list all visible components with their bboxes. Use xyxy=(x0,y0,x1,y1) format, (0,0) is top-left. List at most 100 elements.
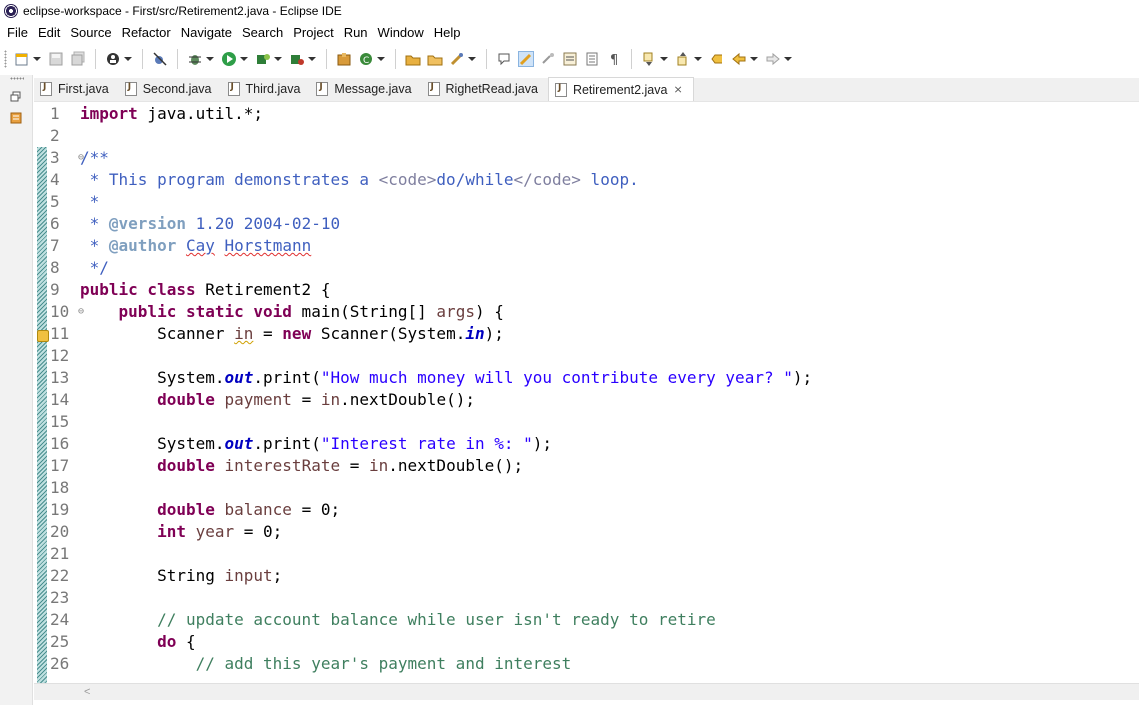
menu-navigate[interactable]: Navigate xyxy=(176,22,237,43)
code-line[interactable]: System.out.print("How much money will yo… xyxy=(80,367,812,389)
code-line[interactable]: /** xyxy=(80,147,812,169)
code-line[interactable]: Scanner in = new Scanner(System.in); xyxy=(80,323,812,345)
last-edit-icon[interactable] xyxy=(709,51,725,67)
code-line[interactable]: double interestRate = in.nextDouble(); xyxy=(80,455,812,477)
search-icon[interactable] xyxy=(449,51,465,67)
word-wrap-icon[interactable] xyxy=(584,51,600,67)
line-number: 11 xyxy=(50,324,70,343)
mark-occurrences-icon[interactable] xyxy=(518,51,534,67)
external-tools-dropdown-arrow[interactable] xyxy=(308,57,316,61)
new-java-package-icon[interactable] xyxy=(336,51,352,67)
coverage-dropdown-arrow[interactable] xyxy=(274,57,282,61)
eclipse-logo-icon xyxy=(4,4,18,18)
prev-annotation-dropdown-arrow[interactable] xyxy=(694,57,702,61)
line-number: 16 xyxy=(50,434,70,453)
menu-window[interactable]: Window xyxy=(373,22,429,43)
menu-help[interactable]: Help xyxy=(429,22,466,43)
next-annotation-dropdown-arrow[interactable] xyxy=(660,57,668,61)
coverage-icon[interactable] xyxy=(255,51,271,67)
prev-annotation-icon[interactable] xyxy=(675,51,691,67)
code-line[interactable]: // update account balance while user isn… xyxy=(80,609,812,631)
line-number: 8 xyxy=(50,258,60,277)
code-line[interactable]: public static void main(String[] args) { xyxy=(80,301,812,323)
menu-refactor[interactable]: Refactor xyxy=(117,22,176,43)
menu-file[interactable]: File xyxy=(2,22,33,43)
run-dropdown-arrow[interactable] xyxy=(240,57,248,61)
code-line[interactable] xyxy=(80,543,812,565)
run-icon[interactable] xyxy=(221,51,237,67)
next-annotation-icon[interactable] xyxy=(641,51,657,67)
line-number: 3 ⊖ xyxy=(50,148,84,167)
save-all-icon[interactable] xyxy=(70,51,86,67)
code-line[interactable] xyxy=(80,587,812,609)
code-line[interactable]: * @version 1.20 2004-02-10 xyxy=(80,213,812,235)
new-icon[interactable] xyxy=(14,51,30,67)
pilcrow-icon[interactable]: ¶ xyxy=(606,51,622,68)
tab-message-java[interactable]: Message.java xyxy=(310,77,421,101)
open-folder-icon[interactable] xyxy=(427,51,443,67)
menu-search[interactable]: Search xyxy=(237,22,288,43)
menu-project[interactable]: Project xyxy=(288,22,338,43)
tab-righetread-java[interactable]: RighetRead.java xyxy=(422,77,548,101)
menu-edit[interactable]: Edit xyxy=(33,22,65,43)
code-line[interactable]: * xyxy=(80,191,812,213)
new-java-class-icon[interactable]: C xyxy=(358,51,374,67)
forward-icon[interactable] xyxy=(765,51,781,67)
horizontal-scrollbar[interactable]: < xyxy=(34,683,1139,700)
code-line[interactable] xyxy=(80,411,812,433)
code-line[interactable]: int year = 0; xyxy=(80,521,812,543)
tab-third-java[interactable]: Third.java xyxy=(222,77,311,101)
line-number: 10 ⊖ xyxy=(50,302,84,321)
package-explorer-icon[interactable] xyxy=(10,112,22,124)
profile-icon[interactable] xyxy=(105,51,121,67)
code-line[interactable]: * This program demonstrates a <code>do/w… xyxy=(80,169,812,191)
code-line[interactable]: * @author Cay Horstmann xyxy=(80,235,812,257)
code-line[interactable]: import java.util.*; xyxy=(80,103,812,125)
line-number: 22 xyxy=(50,566,70,585)
show-whitespace-icon[interactable] xyxy=(562,51,578,67)
code-line[interactable] xyxy=(80,477,812,499)
code-line[interactable]: do { xyxy=(80,631,812,653)
line-number: 6 xyxy=(50,214,60,233)
code-line[interactable]: double payment = in.nextDouble(); xyxy=(80,389,812,411)
code-line[interactable]: double balance = 0; xyxy=(80,499,812,521)
line-number: 14 xyxy=(50,390,70,409)
new-class-dropdown-arrow[interactable] xyxy=(377,57,385,61)
menu-source[interactable]: Source xyxy=(65,22,116,43)
toggle-annotation-icon[interactable] xyxy=(496,51,512,67)
search-dropdown-arrow[interactable] xyxy=(468,57,476,61)
code-line[interactable] xyxy=(80,125,812,147)
debug-icon[interactable] xyxy=(187,51,203,67)
scroll-left-icon[interactable]: < xyxy=(84,686,90,698)
code-line[interactable]: System.out.print("Interest rate in %: ")… xyxy=(80,433,812,455)
save-icon[interactable] xyxy=(48,51,64,67)
new-dropdown-arrow[interactable] xyxy=(33,57,41,61)
tab-first-java[interactable]: First.java xyxy=(34,77,119,101)
code-line[interactable] xyxy=(80,345,812,367)
profile-dropdown-arrow[interactable] xyxy=(124,57,132,61)
line-number: 4 xyxy=(50,170,60,189)
forward-dropdown-arrow[interactable] xyxy=(784,57,792,61)
close-icon[interactable]: ⨯ xyxy=(673,83,682,96)
code-line[interactable]: // add this year's payment and interest xyxy=(80,653,812,675)
line-number: 9 xyxy=(50,280,60,299)
menu-run[interactable]: Run xyxy=(339,22,373,43)
code-line[interactable]: public class Retirement2 { xyxy=(80,279,812,301)
back-icon[interactable] xyxy=(731,51,747,67)
code-text[interactable]: import java.util.*; /** * This program d… xyxy=(80,103,812,675)
code-line[interactable]: */ xyxy=(80,257,812,279)
warning-marker-icon[interactable] xyxy=(37,330,49,342)
debug-dropdown-arrow[interactable] xyxy=(206,57,214,61)
tab-second-java[interactable]: Second.java xyxy=(119,77,222,101)
restore-icon[interactable] xyxy=(10,91,22,103)
back-dropdown-arrow[interactable] xyxy=(750,57,758,61)
external-tools-icon[interactable] xyxy=(289,51,305,67)
skip-breakpoints-icon[interactable] xyxy=(152,51,168,67)
code-editor[interactable]: 1 2 3 ⊖ 4 5 6 7 8 9 10 ⊖ 11 12 13 14 15 16… xyxy=(34,103,1139,683)
block-selection-icon[interactable] xyxy=(540,51,556,67)
open-type-icon[interactable] xyxy=(405,51,421,67)
line-number: 24 xyxy=(50,610,70,629)
tab-label: Message.java xyxy=(334,82,412,96)
code-line[interactable]: String input; xyxy=(80,565,812,587)
tab-retirement2-java[interactable]: Retirement2.java ⨯ xyxy=(547,77,694,101)
